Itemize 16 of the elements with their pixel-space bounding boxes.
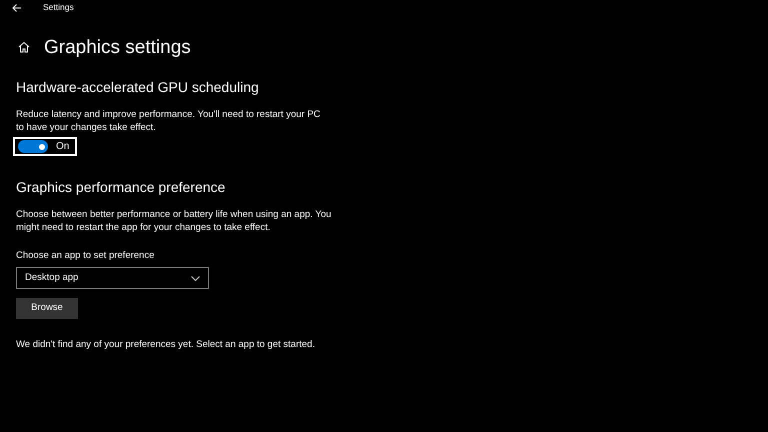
toggle-switch[interactable]: On	[13, 137, 78, 156]
back-icon[interactable]	[12, 2, 22, 12]
browse-button[interactable]: Browse	[16, 298, 78, 319]
section-heading: Hardware-accelerated GPU scheduling	[16, 78, 260, 96]
home-icon[interactable]	[18, 41, 30, 53]
dropdown-label: Choose an app to set preference	[16, 249, 156, 262]
section-heading: Graphics performance preference	[16, 178, 226, 196]
empty-message: We didn't find any of your preferences yet. Select an app to get started.	[16, 338, 316, 351]
section-description: Choose between better performance or battery life when using an app. You might need to restart the app for your changes to take effect.	[16, 208, 332, 234]
chevron-down-icon	[191, 276, 200, 280]
toggle-thumb	[39, 144, 45, 150]
page-title: Graphics settings	[44, 38, 191, 56]
section-description: Reduce latency and improve performance. You'll need to restart your PC to have your changes take effect.	[16, 108, 322, 134]
window-title: Settings	[43, 1, 74, 14]
dropdown-value: Desktop app	[25, 270, 78, 285]
app-type-dropdown[interactable]: Desktop app	[16, 267, 209, 289]
